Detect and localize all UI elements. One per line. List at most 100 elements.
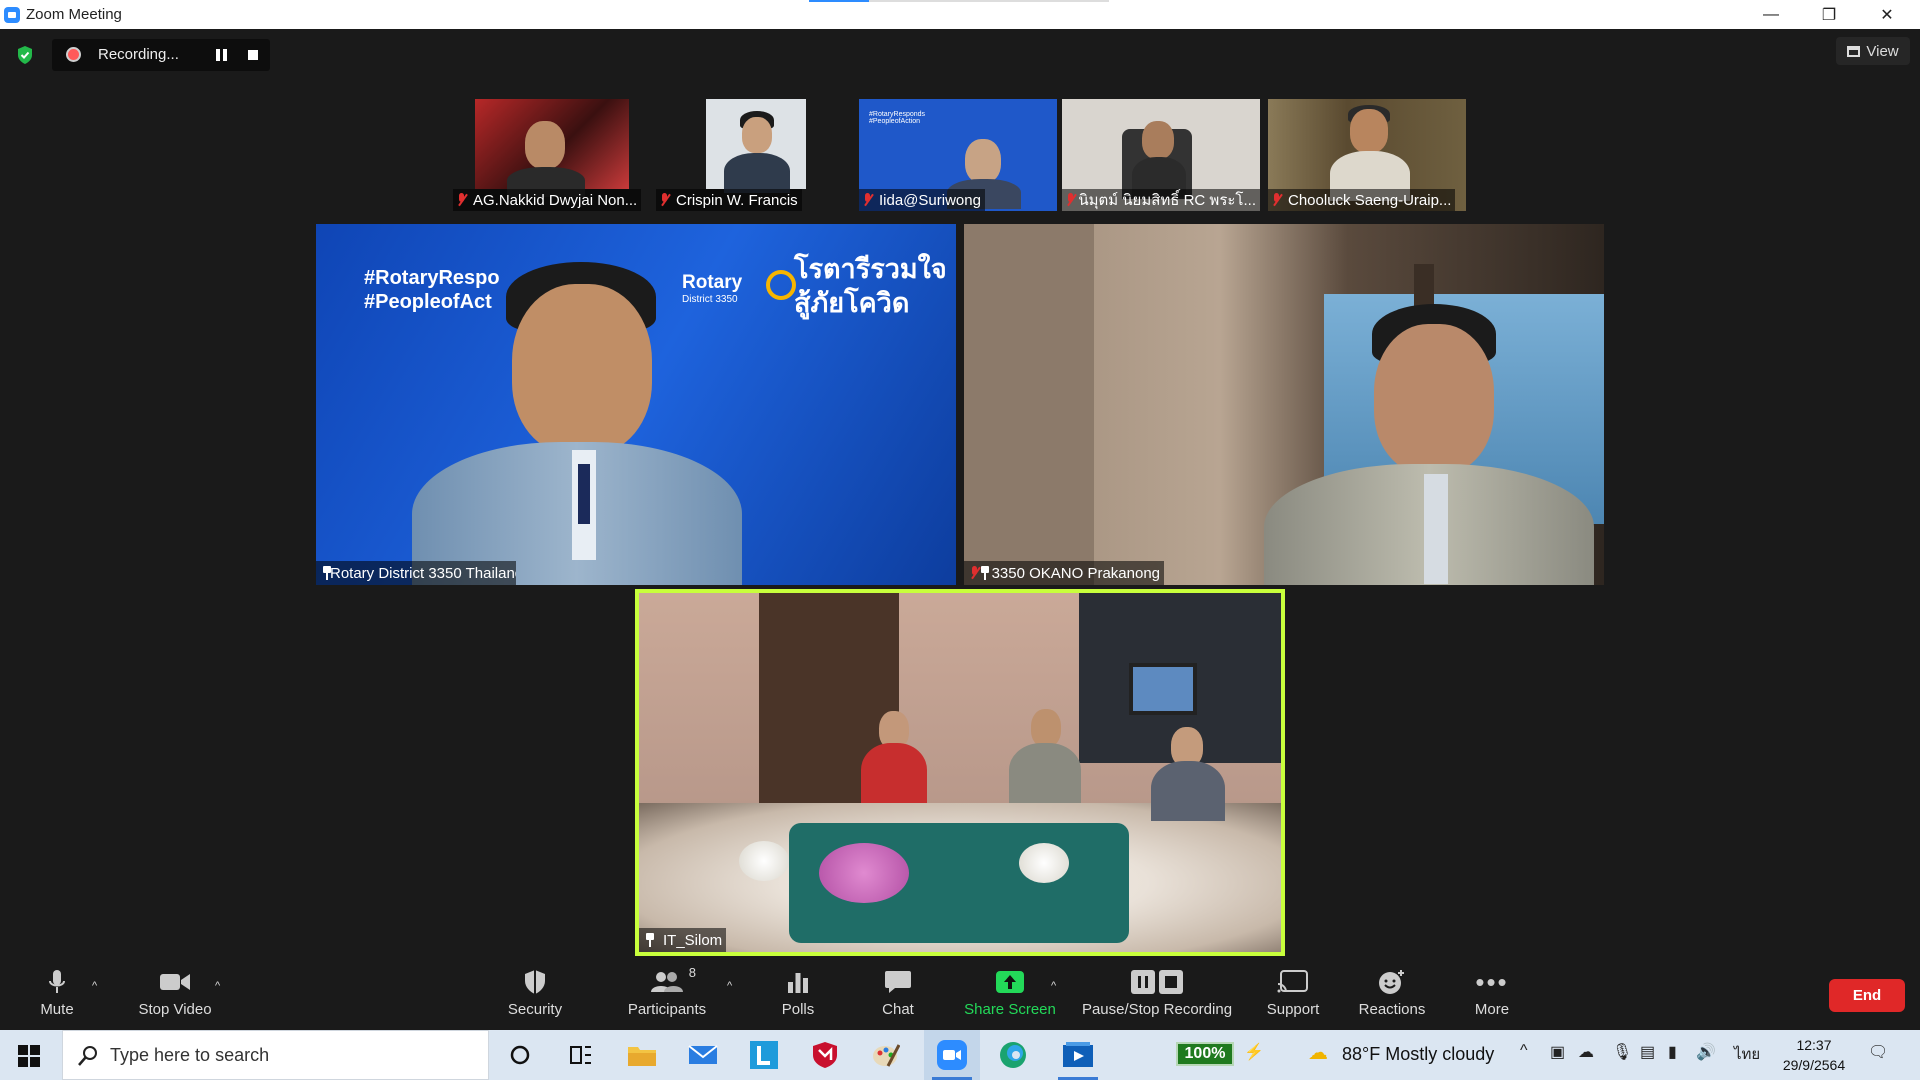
network-icon[interactable]: ▤	[1640, 1042, 1655, 1062]
pause-stop-recording-button[interactable]: Pause/Stop Recording	[1080, 960, 1234, 1030]
encryption-shield-icon[interactable]	[16, 45, 34, 65]
participant-thumbnail[interactable]: #RotaryResponds #PeopleofAction Iida@Suri…	[859, 99, 1057, 211]
stop-video-button[interactable]: Stop Video	[130, 960, 220, 1030]
hashtag-text: #RotaryRespo	[364, 267, 500, 289]
windows-start-button[interactable]	[18, 1045, 40, 1072]
mic-muted-icon	[970, 566, 977, 580]
participant-body	[724, 153, 790, 193]
polls-button[interactable]: Polls	[766, 960, 830, 1030]
thai-slogan-line: โรตารีรวมใจ	[794, 254, 947, 284]
weather-cloud-icon[interactable]: ☁	[1308, 1040, 1328, 1065]
end-meeting-button[interactable]: End	[1829, 979, 1905, 1012]
input-language[interactable]: ไทย	[1734, 1042, 1760, 1066]
edge-app[interactable]	[985, 1030, 1041, 1080]
participant-name: Rotary District 3350 Thailand	[316, 561, 516, 585]
participant-thumbnail[interactable]: Chooluck Saeng-Uraip...	[1268, 99, 1466, 211]
share-screen-button[interactable]: Share Screen	[960, 960, 1060, 1030]
share-screen-icon	[996, 971, 1024, 993]
line-app[interactable]	[736, 1030, 792, 1080]
chat-bubble-icon	[885, 971, 911, 993]
meeting-area: Recording... View AG.Nakkid Dwyjai Non..…	[0, 29, 1920, 964]
close-button[interactable]: ✕	[1858, 0, 1916, 29]
taskbar-search-box[interactable]: Type here to search	[62, 1030, 489, 1080]
task-view-button[interactable]	[553, 1030, 609, 1080]
participants-button[interactable]: 8 Participants	[620, 960, 714, 1030]
line-app-icon	[750, 1041, 778, 1069]
mic-muted-icon	[1272, 193, 1282, 207]
clock[interactable]: 12:37 29/9/2564	[1775, 1035, 1853, 1075]
search-placeholder: Type here to search	[110, 1045, 270, 1065]
zoom-logo-icon	[4, 7, 20, 23]
zoom-app[interactable]	[924, 1030, 980, 1080]
more-ellipsis-icon: •••	[1475, 966, 1509, 997]
cortana-circle-icon	[510, 1045, 530, 1065]
clock-date: 29/9/2564	[1782, 1057, 1846, 1073]
mic-muted-icon	[863, 193, 873, 207]
polls-label: Polls	[781, 1001, 815, 1018]
minimize-button[interactable]: —	[1742, 0, 1800, 29]
participant-thumbnail[interactable]: AG.Nakkid Dwyjai Non...	[453, 99, 651, 211]
audio-options-chevron-icon[interactable]: ^	[92, 980, 97, 992]
participants-label: Participants	[627, 1001, 707, 1018]
media-player-icon	[1063, 1042, 1093, 1067]
participants-count: 8	[688, 965, 696, 980]
windows-logo-icon	[18, 1045, 40, 1067]
chevron-up-icon[interactable]: ^	[1520, 1042, 1528, 1060]
edge-browser-icon	[1000, 1042, 1026, 1068]
pause-recording-icon[interactable]	[216, 49, 227, 61]
participant-thumbnail[interactable]: Crispin W. Francis	[656, 99, 854, 211]
media-player-app[interactable]	[1050, 1030, 1106, 1080]
security-button[interactable]: Security	[496, 960, 574, 1030]
participant-face	[742, 117, 772, 153]
tie	[578, 464, 590, 524]
mic-tray-icon[interactable]: 🎙	[1612, 1042, 1632, 1062]
onedrive-icon[interactable]: ☁	[1578, 1042, 1594, 1062]
video-tile-rotary[interactable]: #RotaryRespo #PeopleofAct Rotary Distric…	[316, 224, 956, 585]
participant-face	[1350, 109, 1388, 153]
meeting-toolbar: Mute ^ Stop Video ^ Security 8 Participa…	[0, 960, 1920, 1030]
folder-icon	[628, 1047, 656, 1066]
share-options-chevron-icon[interactable]: ^	[1051, 980, 1056, 992]
mic-muted-icon	[1066, 193, 1074, 207]
battery-tray-icon[interactable]: ▮	[1668, 1042, 1677, 1062]
video-tile-active-speaker[interactable]: IT_Silom	[635, 589, 1285, 956]
file-explorer-app[interactable]	[614, 1030, 670, 1080]
weather-text[interactable]: 88°F Mostly cloudy	[1342, 1044, 1494, 1065]
mail-app[interactable]	[675, 1030, 731, 1080]
participant-thumbnail[interactable]: นิมุตม์ นิยมสิทธิ์ RC พระโ...	[1062, 99, 1260, 211]
cortana-button[interactable]	[492, 1030, 548, 1080]
participant-name: Iida@Suriwong	[859, 189, 985, 211]
mcafee-app[interactable]	[797, 1030, 853, 1080]
chat-label: Chat	[882, 1001, 914, 1018]
volume-icon[interactable]: 🔊	[1696, 1042, 1716, 1062]
more-button[interactable]: ••• More	[1462, 960, 1522, 1030]
polls-bar-chart-icon	[788, 973, 808, 993]
search-icon	[78, 1046, 97, 1066]
participants-chevron-icon[interactable]: ^	[727, 980, 732, 992]
mic-muted-icon	[660, 193, 670, 207]
mute-button[interactable]: Mute	[20, 960, 94, 1030]
paint-palette-icon	[873, 1044, 900, 1067]
stop-recording-icon[interactable]	[248, 50, 258, 60]
reactions-emoji-icon	[1379, 970, 1404, 994]
view-button[interactable]: View	[1836, 37, 1910, 65]
hashtag-text: #PeopleofAct	[364, 291, 492, 313]
chat-button[interactable]: Chat	[866, 960, 930, 1030]
participant-face	[512, 284, 652, 454]
video-tile-okano[interactable]: 3350 OKANO Prakanong	[964, 224, 1604, 585]
window-title: Zoom Meeting	[26, 6, 122, 23]
meet-now-icon[interactable]: ▣	[1550, 1042, 1565, 1062]
security-shield-icon	[525, 970, 545, 994]
reactions-label: Reactions	[1358, 1001, 1426, 1018]
restore-button[interactable]: ❐	[1800, 0, 1858, 29]
video-options-chevron-icon[interactable]: ^	[215, 980, 220, 992]
battery-indicator[interactable]: 100%	[1176, 1042, 1234, 1066]
notifications-icon[interactable]: 🗨	[1868, 1042, 1888, 1062]
paint-app[interactable]	[858, 1030, 914, 1080]
support-button[interactable]: Support	[1260, 960, 1326, 1030]
more-label: More	[1474, 1001, 1510, 1018]
rotary-logo-text: Rotary	[682, 272, 743, 293]
mute-label: Mute	[40, 1001, 74, 1018]
reactions-button[interactable]: Reactions	[1356, 960, 1428, 1030]
video-camera-icon	[160, 974, 190, 990]
